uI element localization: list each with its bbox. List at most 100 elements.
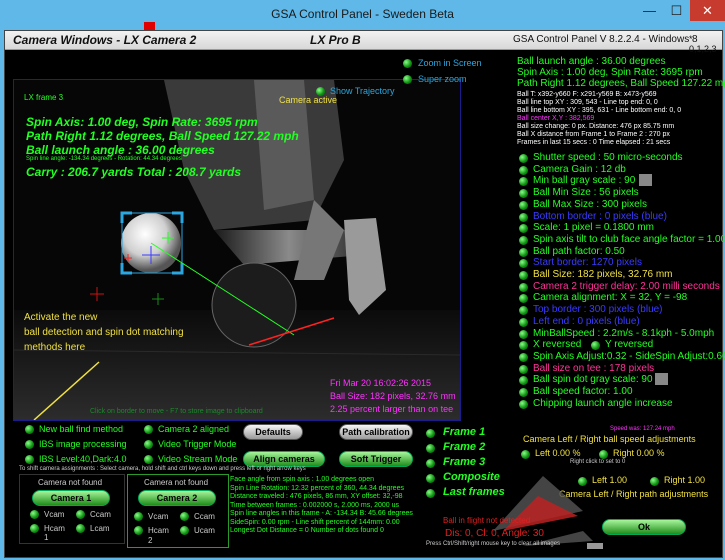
setting-led[interactable] — [519, 317, 528, 327]
setting-item[interactable]: Top border : 300 pixels (blue) — [533, 304, 663, 315]
setting-led[interactable] — [519, 341, 528, 351]
ibs-processing-option[interactable]: IBS image processing — [39, 439, 127, 449]
setting-item[interactable]: Min ball gray scale : 90 — [533, 175, 635, 186]
video-trigger-led[interactable] — [144, 440, 153, 449]
frame2-option[interactable]: Frame 2 — [443, 441, 485, 453]
setting-item[interactable]: X reversed — [533, 339, 581, 350]
ccam1-led[interactable] — [76, 510, 85, 519]
camera-view[interactable]: LX frame 3 Camera active Spin Axis: 1.00… — [13, 79, 461, 421]
setting-item[interactable]: Chipping launch angle increase — [533, 398, 673, 409]
setting-item[interactable]: Bottom border : 0 pixels (blue) — [533, 211, 667, 222]
setting-led[interactable] — [519, 165, 528, 175]
path-calibration-button[interactable]: Path calibration — [339, 424, 413, 440]
vcam2-label: Vcam — [148, 512, 169, 521]
super-zoom-led[interactable] — [403, 75, 412, 84]
setting-led[interactable] — [519, 189, 528, 199]
setting-item[interactable]: Ball path factor: 0.50 — [533, 246, 625, 257]
maximize-button[interactable]: ☐ — [663, 0, 690, 21]
camera2-aligned-option[interactable]: Camera 2 aligned — [158, 424, 229, 434]
camera1-button[interactable]: Camera 1 — [32, 490, 110, 506]
setting-item[interactable]: Camera Gain : 12 db — [533, 164, 626, 175]
zoom-in-led[interactable] — [403, 59, 412, 68]
setting-item[interactable]: Start border: 1270 pixels — [533, 257, 642, 268]
right-pct-label[interactable]: Right 0.00 % — [613, 448, 665, 458]
hcam2-led[interactable] — [134, 526, 143, 535]
setting-led[interactable] — [519, 399, 528, 409]
new-ball-find-option[interactable]: New ball find method — [39, 424, 123, 434]
setting-led[interactable] — [519, 364, 528, 374]
defaults-button[interactable]: Defaults — [243, 424, 303, 440]
setting-led[interactable] — [519, 200, 528, 210]
setting-led[interactable] — [519, 271, 528, 280]
frame1-option[interactable]: Frame 1 — [443, 426, 485, 438]
left-pct-led[interactable] — [521, 450, 530, 459]
setting-led[interactable] — [519, 212, 528, 222]
video-stream-option[interactable]: Video Stream Mode — [158, 454, 237, 464]
composite-led[interactable] — [426, 474, 435, 483]
frame3-led[interactable] — [426, 459, 435, 468]
left-pct-label[interactable]: Left 0.00 % — [535, 448, 581, 458]
setting-item[interactable]: Ball size on tee : 178 pixels — [533, 363, 654, 374]
setting-led[interactable] — [519, 177, 528, 187]
minimize-button[interactable]: — — [636, 0, 663, 21]
setting-item[interactable]: Scale: 1 pixel = 0.1800 mm — [533, 222, 654, 233]
video-stream-led[interactable] — [144, 455, 153, 464]
super-zoom-option[interactable]: Super zoom — [418, 74, 467, 84]
setting-item[interactable]: Spin Axis Adjust:0.32 - SideSpin Adjust:… — [533, 351, 725, 362]
vcam2-led[interactable] — [134, 512, 143, 521]
new-ball-find-led[interactable] — [25, 425, 34, 434]
setting-item[interactable]: Camera alignment: X = 32, Y = -98 — [533, 292, 687, 303]
ok-button[interactable]: Ok — [602, 519, 686, 535]
setting-led[interactable] — [519, 259, 528, 269]
ccam2-led[interactable] — [180, 512, 189, 521]
camera2-box: Camera not found Camera 2 Vcam Ccam Hcam… — [127, 474, 229, 548]
right-pct-led[interactable] — [599, 450, 608, 459]
last-frames-led[interactable] — [426, 489, 435, 498]
show-trajectory-led[interactable] — [316, 87, 325, 96]
setting-led[interactable] — [519, 224, 528, 234]
setting-led[interactable] — [519, 376, 528, 386]
setting-led[interactable] — [519, 294, 528, 304]
setting-item[interactable]: Spin axis tilt to club face angle factor… — [533, 234, 725, 245]
setting-item[interactable]: MinBallSpeed : 2.2m/s - 8.1kph - 5.0mph — [533, 328, 714, 339]
setting-item[interactable]: Camera 2 trigger delay: 2.00 milli secon… — [533, 281, 720, 292]
setting-item[interactable]: Ball Min Size : 56 pixels — [533, 187, 639, 198]
setting-item[interactable]: Shutter speed : 50 micro-seconds — [533, 152, 683, 163]
setting-item[interactable]: Ball Size: 182 pixels, 32.76 mm — [533, 269, 673, 280]
lcam1-led[interactable] — [76, 524, 85, 533]
ibs-level-option[interactable]: IBS Level:40,Dark:4.0 — [39, 454, 127, 464]
setting-led[interactable] — [519, 247, 528, 257]
camera2-aligned-led[interactable] — [144, 425, 153, 434]
setting-led[interactable] — [519, 235, 528, 245]
vcam1-led[interactable] — [30, 510, 39, 519]
setting-item[interactable]: Left end : 0 pixels (blue) — [533, 316, 640, 327]
camera2-number: 2 — [148, 536, 153, 545]
setting-item[interactable]: Ball speed factor: 1.00 — [533, 386, 633, 397]
frame3-option[interactable]: Frame 3 — [443, 456, 485, 468]
video-trigger-option[interactable]: Video Trigger Mode — [158, 439, 236, 449]
soft-trigger-button[interactable]: Soft Trigger — [339, 451, 413, 467]
coord-line: Ball size change: 0 px. Distance: 476 px… — [517, 123, 675, 130]
show-trajectory-option[interactable]: Show Trajectory — [330, 86, 395, 96]
align-cameras-button[interactable]: Align cameras — [243, 451, 325, 467]
setting-led[interactable] — [519, 306, 528, 316]
y-reversed-led[interactable] — [591, 341, 600, 351]
setting-led[interactable] — [519, 154, 528, 163]
ibs-level-led[interactable] — [25, 455, 34, 464]
setting-item[interactable]: Ball Max Size : 300 pixels — [533, 199, 647, 210]
y-reversed-option[interactable]: Y reversed — [605, 339, 653, 350]
frame2-led[interactable] — [426, 444, 435, 453]
setting-led[interactable] — [519, 329, 528, 339]
camera2-button[interactable]: Camera 2 — [138, 490, 216, 506]
setting-led[interactable] — [519, 352, 528, 362]
ucam2-led[interactable] — [180, 526, 189, 535]
ball-center-line: Ball center X,Y : 382,569 — [517, 115, 595, 122]
zoom-in-screen-option[interactable]: Zoom in Screen — [418, 58, 482, 68]
close-button[interactable]: ✕ — [690, 0, 725, 21]
setting-led[interactable] — [519, 282, 528, 292]
setting-led[interactable] — [519, 388, 528, 397]
setting-item[interactable]: Ball spin dot gray scale: 90 — [533, 374, 653, 385]
frame1-led[interactable] — [426, 429, 435, 438]
ibs-processing-led[interactable] — [25, 440, 34, 449]
hcam1-led[interactable] — [30, 524, 39, 533]
